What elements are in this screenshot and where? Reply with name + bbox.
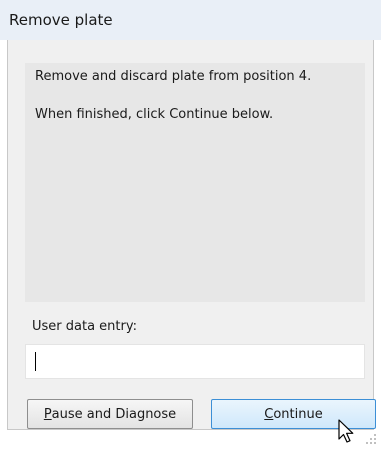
instruction-line-2: When finished, click Continue below. xyxy=(35,107,274,122)
title-bar[interactable]: Remove plate xyxy=(0,0,381,40)
user-data-entry-label: User data entry: xyxy=(32,319,137,334)
instruction-line-1: Remove and discard plate from position 4… xyxy=(35,69,312,84)
window-title: Remove plate xyxy=(9,11,113,29)
continue-button-mnemonic: C xyxy=(264,406,274,422)
pause-button-label: ause and Diagnose xyxy=(51,406,177,422)
continue-button-label: ontinue xyxy=(273,406,323,422)
user-data-entry-field[interactable] xyxy=(25,344,365,379)
text-caret xyxy=(35,352,36,371)
pause-button-mnemonic: P xyxy=(43,406,52,422)
pause-and-diagnose-button[interactable]: Pause and Diagnose xyxy=(27,399,193,429)
instructions-panel: Remove and discard plate from position 4… xyxy=(25,63,365,302)
mouse-pointer-icon xyxy=(338,419,354,443)
remove-plate-dialog: Remove plate Remove and discard plate fr… xyxy=(0,0,381,454)
resize-grip-icon[interactable] xyxy=(362,430,378,446)
